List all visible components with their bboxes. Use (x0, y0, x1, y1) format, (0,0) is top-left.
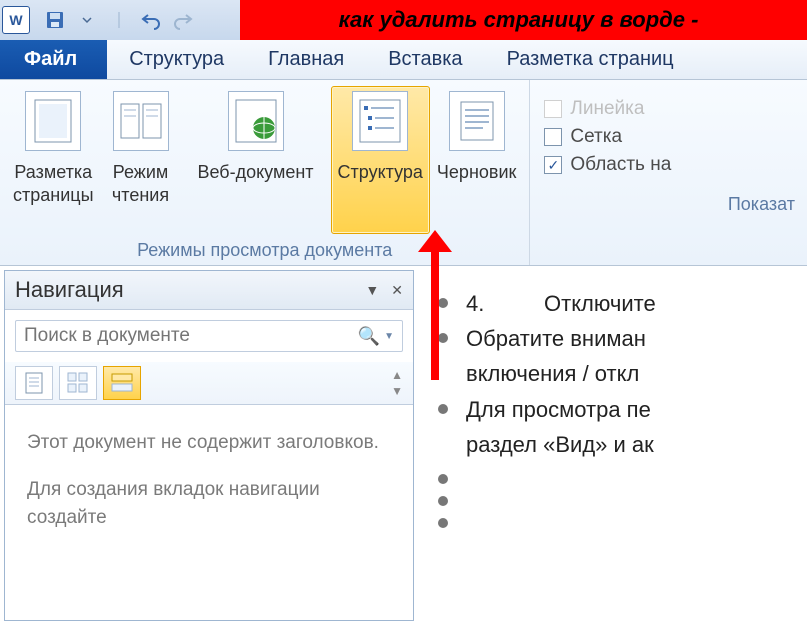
ribbon-tabs: Файл Структура Главная Вставка Разметка … (0, 40, 807, 80)
view-draft-label: Черновик (437, 161, 516, 184)
list-item (438, 462, 797, 484)
group-document-views-buttons: Разметка страницы Режим чтения Веб-докум… (6, 86, 523, 234)
chevron-down-icon[interactable]: ▼ (365, 282, 379, 299)
list-text: Для просмотра пе (466, 392, 651, 427)
chevron-down-icon[interactable]: ▼ (391, 384, 403, 398)
navigation-search[interactable]: 🔍 ▼ (15, 320, 403, 352)
list-item: 4. Отключите (438, 286, 797, 321)
tab-home[interactable]: Главная (246, 40, 366, 79)
draft-icon (449, 91, 505, 151)
navigation-body: Этот документ не содержит заголовков. Дл… (5, 405, 413, 620)
nav-empty-message-2: Для создания вкладок навигации создайте (27, 476, 391, 533)
checkbox-icon (544, 100, 562, 118)
close-icon[interactable]: ✕ (391, 282, 403, 299)
view-reading-button[interactable]: Режим чтения (101, 86, 181, 234)
view-web-button[interactable]: Веб-документ (181, 86, 331, 234)
document-title-text: как удалить страницу в ворде - (339, 7, 699, 33)
list-item (438, 484, 797, 506)
title-bar: W как удалить страницу в ворде - (0, 0, 807, 40)
view-web-label: Веб-документ (197, 161, 313, 184)
quick-access-toolbar (36, 9, 194, 31)
view-page-layout-button[interactable]: Разметка страницы (6, 86, 101, 234)
nav-prev-next[interactable]: ▲ ▼ (391, 368, 403, 398)
bullet-icon (438, 496, 448, 506)
list-item-cont: включения / откл (466, 356, 797, 391)
list-text: Обратите вниман (466, 321, 646, 356)
view-outline-button[interactable]: Структура (331, 86, 430, 234)
nav-empty-message-1: Этот документ не содержит заголовков. (27, 429, 391, 458)
view-reading-label: Режим чтения (112, 161, 169, 208)
search-input[interactable] (24, 325, 358, 347)
grid-label: Сетка (570, 126, 622, 148)
group-show-label: Показат (536, 188, 801, 215)
word-app-icon[interactable]: W (2, 6, 30, 34)
group-document-views-label: Режимы просмотра документа (6, 234, 523, 261)
bullet-icon (438, 404, 448, 414)
list-text: включения / откл (466, 356, 639, 391)
list-text: раздел «Вид» и ак (466, 427, 654, 462)
save-icon[interactable] (44, 9, 66, 31)
workspace: Навигация ▼ ✕ 🔍 ▼ ▲ ▼ (0, 266, 807, 625)
bullet-icon (438, 333, 448, 343)
navigation-tabs: ▲ ▼ (5, 362, 413, 405)
checkbox-checked-icon: ✓ (544, 156, 562, 174)
redo-icon[interactable] (172, 9, 194, 31)
chevron-down-icon[interactable]: ▼ (384, 331, 394, 342)
view-outline-label: Структура (338, 161, 423, 184)
nav-tab-pages[interactable] (59, 366, 97, 400)
navigation-header: Навигация ▼ ✕ (5, 271, 413, 310)
list-item-cont: раздел «Вид» и ак (466, 427, 797, 462)
navigation-pane: Навигация ▼ ✕ 🔍 ▼ ▲ ▼ (4, 270, 414, 621)
view-page-layout-label: Разметка страницы (13, 161, 94, 208)
web-document-icon (228, 91, 284, 151)
bullet-icon (438, 474, 448, 484)
list-item: Для просмотра пе (438, 392, 797, 427)
group-show-controls: Линейка Сетка ✓ Область на (536, 86, 801, 188)
outline-icon (352, 91, 408, 151)
list-number: 4. (466, 286, 526, 321)
grid-checkbox-row[interactable]: Сетка (544, 126, 793, 148)
ruler-label: Линейка (570, 98, 644, 120)
nav-tab-headings[interactable] (15, 366, 53, 400)
checkbox-icon (544, 128, 562, 146)
navpane-checkbox-row[interactable]: ✓ Область на (544, 154, 793, 176)
tab-file[interactable]: Файл (0, 40, 107, 79)
list-item (438, 506, 797, 528)
group-show: Линейка Сетка ✓ Область на Показат (530, 80, 807, 265)
ruler-checkbox-row[interactable]: Линейка (544, 98, 793, 120)
navpane-label: Область на (570, 154, 671, 176)
group-document-views: Разметка страницы Режим чтения Веб-докум… (0, 80, 530, 265)
navigation-header-controls: ▼ ✕ (365, 282, 403, 299)
qat-dropdown-icon[interactable] (76, 9, 98, 31)
search-icon[interactable]: 🔍 (358, 326, 380, 347)
qat-separator (108, 9, 130, 31)
page-layout-icon (25, 91, 81, 151)
word-app-letter: W (9, 12, 22, 28)
navigation-title: Навигация (15, 277, 124, 303)
tab-insert[interactable]: Вставка (366, 40, 484, 79)
window-title: как удалить страницу в ворде - (240, 0, 807, 40)
reading-mode-icon (113, 91, 169, 151)
chevron-up-icon[interactable]: ▲ (391, 368, 403, 382)
tab-structure[interactable]: Структура (107, 40, 246, 79)
tab-page-layout[interactable]: Разметка страниц (485, 40, 696, 79)
list-item: Обратите вниман (438, 321, 797, 356)
document-area[interactable]: 4. Отключите Обратите вниман включения /… (418, 266, 807, 625)
undo-icon[interactable] (140, 9, 162, 31)
ribbon: Разметка страницы Режим чтения Веб-докум… (0, 80, 807, 266)
list-text: Отключите (544, 286, 656, 321)
view-draft-button[interactable]: Черновик (430, 86, 523, 234)
nav-tab-results[interactable] (103, 366, 141, 400)
bullet-icon (438, 518, 448, 528)
bullet-icon (438, 298, 448, 308)
